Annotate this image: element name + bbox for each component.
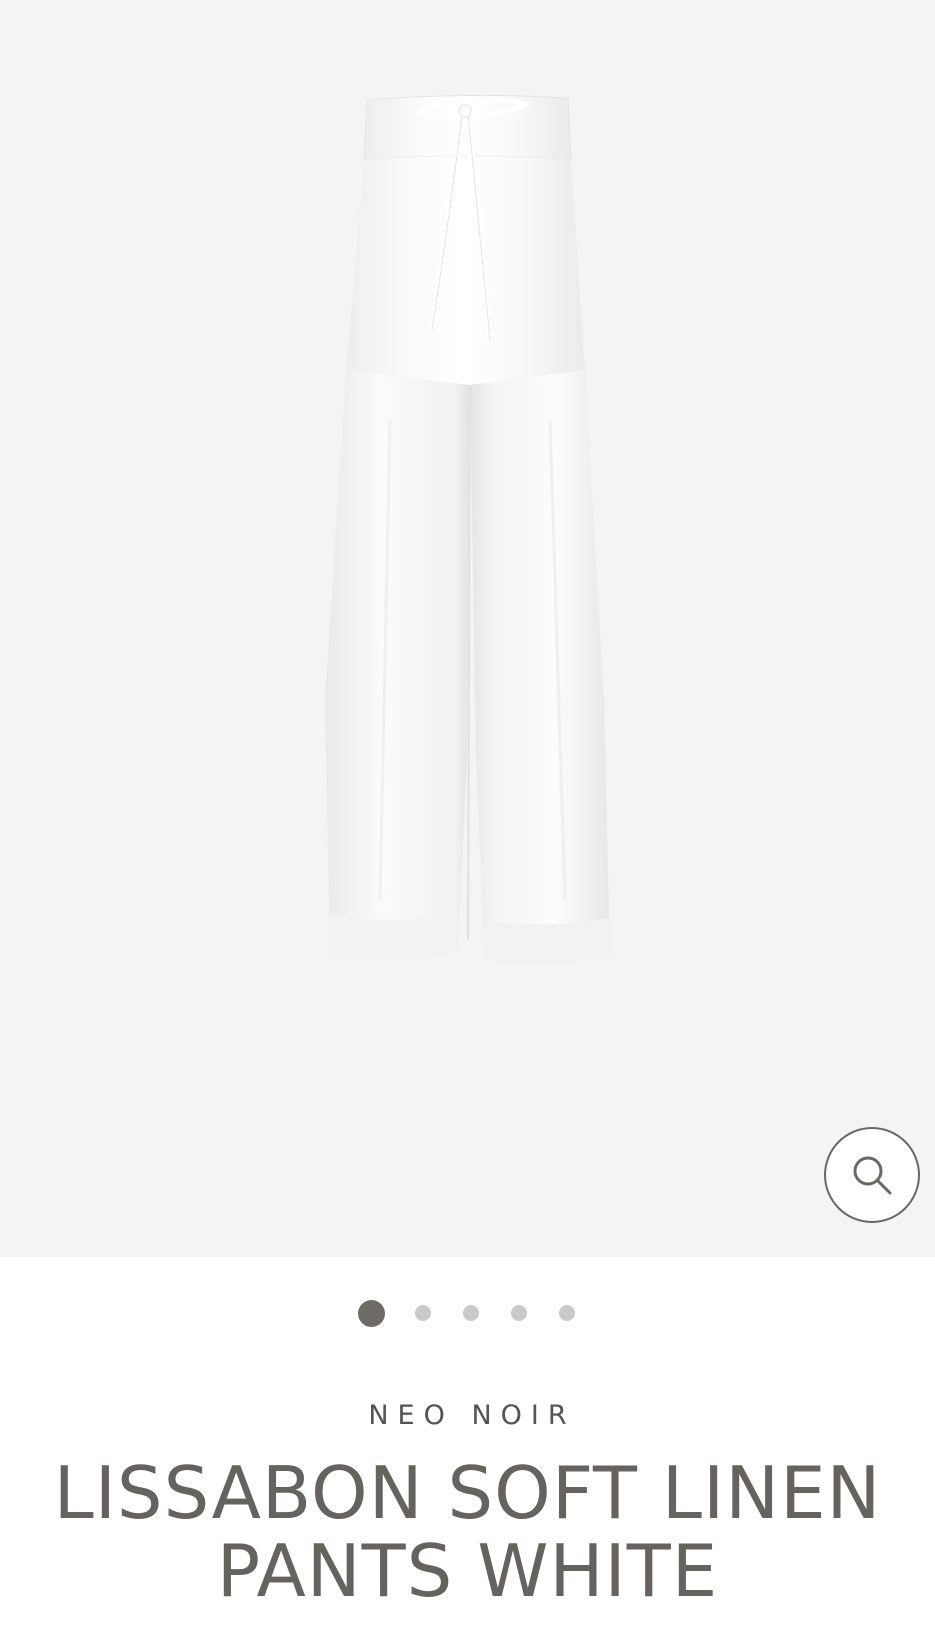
gallery-dot-1[interactable] xyxy=(358,1299,385,1327)
product-image[interactable] xyxy=(0,0,935,1257)
zoom-button[interactable] xyxy=(824,1127,920,1223)
brand-name[interactable]: NEO NOIR xyxy=(0,1400,935,1431)
product-title: LISSABON SOFT LINEN PANTS WHITE xyxy=(0,1454,935,1610)
gallery-pagination xyxy=(0,1298,935,1328)
product-title-line-2: PANTS WHITE xyxy=(216,1529,719,1613)
gallery-dot-2[interactable] xyxy=(415,1305,431,1321)
product-page: NEO NOIR LISSABON SOFT LINEN PANTS WHITE xyxy=(0,0,935,1635)
gallery-dot-3[interactable] xyxy=(463,1305,479,1321)
search-icon xyxy=(853,1156,892,1195)
gallery-dot-4[interactable] xyxy=(511,1305,527,1321)
product-title-line-1: LISSABON SOFT LINEN xyxy=(53,1451,882,1535)
gallery-dot-5[interactable] xyxy=(559,1305,575,1321)
product-gallery[interactable] xyxy=(0,0,935,1257)
